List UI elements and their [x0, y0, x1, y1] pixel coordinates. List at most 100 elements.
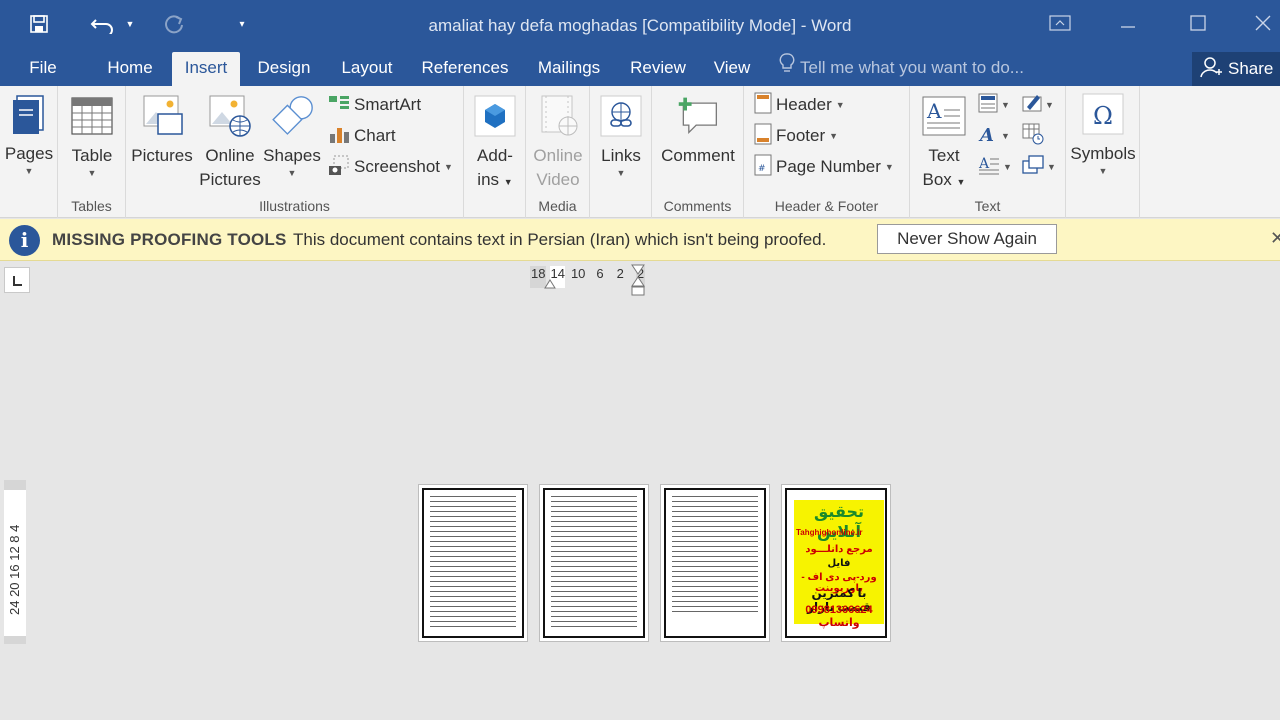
symbols-button[interactable]: Ω Symbols ▼: [1068, 90, 1138, 176]
info-icon: i: [9, 225, 40, 256]
window-title: amaliat hay defa moghadas [Compatibility…: [428, 16, 852, 35]
link-icon: [599, 92, 643, 140]
document-page-1[interactable]: [418, 484, 528, 642]
tab-insert[interactable]: Insert: [172, 52, 240, 86]
minimize-icon[interactable]: [1108, 8, 1148, 38]
maximize-icon[interactable]: [1178, 8, 1218, 38]
comment-icon: [676, 92, 720, 140]
group-pages: Pages ▼: [0, 86, 58, 218]
wordart-icon: A: [978, 124, 998, 149]
smartart-button[interactable]: SmartArt: [328, 91, 421, 119]
svg-text:#: #: [758, 164, 766, 174]
table-button[interactable]: Table ▼: [64, 92, 120, 178]
share-button[interactable]: Share: [1192, 52, 1280, 86]
close-icon[interactable]: [1246, 8, 1280, 38]
indent-marker-icon[interactable]: [544, 276, 556, 289]
ruler-mark: 2: [616, 266, 624, 281]
text-box-button[interactable]: A Text Box ▼: [916, 92, 972, 194]
tab-layout[interactable]: Layout: [334, 52, 400, 86]
close-message-icon[interactable]: ✕: [1270, 228, 1280, 249]
title-bar: ▼ ▾ amaliat hay defa moghadas [Compatibi…: [0, 0, 1280, 52]
message-text: This document contains text in Persian (…: [293, 230, 827, 249]
vertical-ruler[interactable]: 24 20 16 12 8 4: [4, 480, 26, 644]
document-page-2[interactable]: [539, 484, 649, 642]
ribbon-display-options-icon[interactable]: [1040, 8, 1080, 38]
pages-button[interactable]: Pages ▼: [2, 90, 56, 176]
ruler-mark: 6: [596, 266, 604, 281]
shapes-icon: [270, 92, 314, 140]
group-symbols: Ω Symbols ▼: [1066, 86, 1140, 218]
svg-text:Ω: Ω: [1093, 102, 1113, 130]
group-label-tables: Tables: [71, 198, 112, 214]
chart-button[interactable]: Chart: [328, 122, 396, 150]
pictures-button[interactable]: Pictures: [130, 92, 194, 168]
group-header-footer: Header ▼ Footer ▼ # Page Number ▼ Header…: [744, 86, 910, 218]
signature-line-button[interactable]: ▼: [1022, 92, 1062, 118]
ribbon-tabs: File Home Insert Design Layout Reference…: [0, 52, 1280, 86]
links-label: Links: [601, 146, 641, 165]
screenshot-button[interactable]: Screenshot ▼: [328, 153, 453, 181]
online-pictures-icon: [208, 92, 252, 140]
tab-references[interactable]: References: [414, 52, 516, 86]
svg-text:A: A: [926, 99, 942, 123]
ad-site: Tahghighonline.ir: [796, 528, 863, 537]
svg-text:A: A: [978, 125, 994, 144]
shapes-label: Shapes: [263, 146, 321, 165]
drop-cap-button[interactable]: A ▼: [978, 154, 1018, 180]
online-pictures-label-1: Online: [205, 146, 255, 165]
store-icon: [473, 92, 517, 140]
tab-home[interactable]: Home: [98, 52, 162, 86]
addins-button[interactable]: Add- ins ▼: [468, 92, 522, 194]
chart-label: Chart: [354, 126, 396, 145]
group-links: Links ▼: [590, 86, 652, 218]
quick-parts-button[interactable]: ▼: [978, 92, 1018, 118]
shapes-button[interactable]: Shapes ▼: [262, 92, 322, 178]
addins-label-2: ins: [477, 170, 500, 189]
group-label-comments: Comments: [663, 198, 732, 214]
right-indent-marker-icon[interactable]: [631, 264, 645, 296]
group-label-header-footer: Header & Footer: [774, 198, 879, 214]
online-video-label-1: Online: [533, 146, 583, 165]
vertical-ruler-label: 24 20 16 12 8 4: [7, 524, 22, 616]
lightbulb-icon: [778, 52, 796, 85]
document-page-3[interactable]: [660, 484, 770, 642]
screenshot-label: Screenshot: [354, 157, 440, 176]
tab-review[interactable]: Review: [622, 52, 694, 86]
page-number-button[interactable]: # Page Number ▼: [754, 153, 894, 181]
screenshot-icon: [328, 154, 350, 181]
online-pictures-button[interactable]: Online Pictures: [198, 92, 262, 192]
message-bar: i MISSING PROOFING TOOLS This document c…: [0, 219, 1280, 261]
online-video-button[interactable]: Online Video: [530, 92, 586, 192]
document-page-4[interactable]: تحقیق آنلاین Tahghighonline.ir مرجع دانل…: [781, 484, 891, 642]
group-label-text: Text: [974, 198, 1001, 214]
group-addins: Add- ins ▼: [464, 86, 526, 218]
text-box-label-1: Text: [928, 146, 960, 165]
tab-mailings[interactable]: Mailings: [528, 52, 610, 86]
date-time-button[interactable]: [1022, 123, 1062, 149]
pictures-label: Pictures: [131, 146, 193, 165]
pages-icon: [7, 90, 51, 138]
tell-me-placeholder: Tell me what you want to do...: [800, 58, 1024, 77]
page-number-label: Page Number: [776, 157, 881, 176]
group-label-media: Media: [538, 198, 577, 214]
person-icon: [1200, 56, 1222, 83]
footer-button[interactable]: Footer ▼: [754, 122, 838, 150]
group-tables: Table ▼ Tables: [58, 86, 126, 218]
header-button[interactable]: Header ▼: [754, 91, 845, 119]
links-button[interactable]: Links ▼: [594, 92, 648, 178]
group-illustrations: Pictures Online Pictures Shapes ▼ SmartA…: [126, 86, 464, 218]
tab-selector[interactable]: [4, 267, 30, 293]
tab-file[interactable]: File: [18, 52, 68, 86]
ad-line-2: فایل: [827, 558, 851, 569]
tab-design[interactable]: Design: [250, 52, 318, 86]
tell-me-box[interactable]: Tell me what you want to do...: [778, 52, 1024, 86]
comment-button[interactable]: Comment: [656, 92, 740, 168]
tab-view[interactable]: View: [706, 52, 758, 86]
group-comments: Comment Comments: [652, 86, 744, 218]
never-show-again-button[interactable]: Never Show Again: [877, 224, 1057, 254]
object-button[interactable]: ▼: [1022, 154, 1062, 180]
online-video-label-2: Video: [536, 170, 580, 189]
online-video-icon: [536, 92, 580, 140]
page-number-icon: #: [754, 154, 772, 181]
wordart-button[interactable]: A ▼: [978, 123, 1018, 149]
